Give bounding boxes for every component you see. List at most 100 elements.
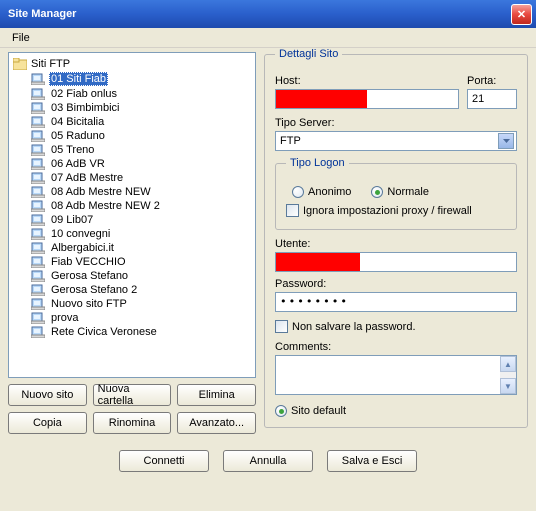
no-save-password-label: Non salvare la password. <box>292 321 416 333</box>
comments-label: Comments: <box>275 341 517 353</box>
radio-icon <box>292 186 304 198</box>
tree-item[interactable]: Fiab VECCHIO <box>31 255 251 269</box>
site-tree[interactable]: Siti FTP 01 Siti Fiab 02 Fiab onlus 03 Bim… <box>8 52 256 378</box>
tree-item-label: 07 AdB Mestre <box>49 172 125 184</box>
site-details-title: Dettagli Sito <box>275 48 342 60</box>
port-input[interactable] <box>467 89 517 109</box>
window-title: Site Manager <box>8 8 511 20</box>
tree-item[interactable]: 07 AdB Mestre <box>31 171 251 185</box>
tree-item-label: 03 Bimbimbici <box>49 102 121 114</box>
tree-item[interactable]: Rete Civica Veronese <box>31 325 251 339</box>
computer-icon <box>31 73 45 85</box>
user-input[interactable] <box>275 252 517 272</box>
server-type-value: FTP <box>280 135 301 147</box>
cancel-button[interactable]: Annulla <box>223 450 313 472</box>
comments-input[interactable]: ▲ ▼ <box>275 355 517 395</box>
password-value: •••••••• <box>280 295 349 308</box>
computer-icon <box>31 200 45 212</box>
password-input[interactable]: •••••••• <box>275 292 517 312</box>
close-button[interactable]: ✕ <box>511 4 532 25</box>
radio-anonymous[interactable]: Anonimo <box>292 186 351 198</box>
user-label: Utente: <box>275 238 517 250</box>
tree-item[interactable]: 05 Raduno <box>31 129 251 143</box>
tree-item-label: 04 Bicitalia <box>49 116 106 128</box>
logon-type-group: Tipo Logon Anonimo Normale Ignora impost… <box>275 163 517 230</box>
rename-button[interactable]: Rinomina <box>93 412 172 434</box>
computer-icon <box>31 144 45 156</box>
tree-item[interactable]: Albergabici.it <box>31 241 251 255</box>
logon-type-title: Tipo Logon <box>286 157 349 169</box>
tree-item-label: prova <box>49 312 81 324</box>
ignore-proxy-checkbox[interactable]: Ignora impostazioni proxy / firewall <box>286 204 506 217</box>
tree-item[interactable]: Gerosa Stefano 2 <box>31 283 251 297</box>
computer-icon <box>31 172 45 184</box>
radio-icon <box>275 405 287 417</box>
tree-item-label: 02 Fiab onlus <box>49 88 119 100</box>
tree-item[interactable]: prova <box>31 311 251 325</box>
computer-icon <box>31 214 45 226</box>
tree-item-label: 08 Adb Mestre NEW <box>49 186 153 198</box>
tree-item-label: 05 Treno <box>49 144 96 156</box>
computer-icon <box>31 130 45 142</box>
computer-icon <box>31 186 45 198</box>
ignore-proxy-label: Ignora impostazioni proxy / firewall <box>303 205 472 217</box>
tree-item[interactable]: 08 Adb Mestre NEW <box>31 185 251 199</box>
scroll-up-icon[interactable]: ▲ <box>500 356 516 372</box>
tree-item[interactable]: 10 convegni <box>31 227 251 241</box>
advanced-button[interactable]: Avanzato... <box>177 412 256 434</box>
password-label: Password: <box>275 278 517 290</box>
default-site-radio[interactable]: Sito default <box>275 405 517 417</box>
tree-item-label: 10 convegni <box>49 228 112 240</box>
computer-icon <box>31 116 45 128</box>
tree-item[interactable]: 05 Treno <box>31 143 251 157</box>
new-folder-button[interactable]: Nuova cartella <box>93 384 172 406</box>
tree-item-label: 09 Lib07 <box>49 214 95 226</box>
no-save-password-checkbox[interactable]: Non salvare la password. <box>275 320 517 333</box>
tree-root-label: Siti FTP <box>31 58 70 70</box>
new-site-button[interactable]: Nuovo sito <box>8 384 87 406</box>
computer-icon <box>31 242 45 254</box>
tree-item-label: Rete Civica Veronese <box>49 326 159 338</box>
server-type-label: Tipo Server: <box>275 117 517 129</box>
chevron-down-icon <box>498 133 514 149</box>
tree-item[interactable]: 01 Siti Fiab <box>31 71 251 87</box>
computer-icon <box>31 326 45 338</box>
tree-item[interactable]: 04 Bicitalia <box>31 115 251 129</box>
menu-file[interactable]: File <box>6 30 36 46</box>
tree-item-label: Fiab VECCHIO <box>49 256 128 268</box>
computer-icon <box>31 270 45 282</box>
checkbox-icon <box>275 320 288 333</box>
delete-button[interactable]: Elimina <box>177 384 256 406</box>
tree-item-label: Gerosa Stefano <box>49 270 130 282</box>
tree-item-label: Albergabici.it <box>49 242 116 254</box>
titlebar[interactable]: Site Manager ✕ <box>0 0 536 28</box>
copy-button[interactable]: Copia <box>8 412 87 434</box>
host-input[interactable] <box>275 89 459 109</box>
tree-item[interactable]: 06 AdB VR <box>31 157 251 171</box>
computer-icon <box>31 158 45 170</box>
tree-item-label: 01 Siti Fiab <box>49 72 108 86</box>
tree-item[interactable]: 02 Fiab onlus <box>31 87 251 101</box>
default-site-label: Sito default <box>291 405 346 417</box>
close-icon: ✕ <box>517 8 526 21</box>
scrollbar[interactable]: ▲ ▼ <box>500 356 516 394</box>
scroll-down-icon[interactable]: ▼ <box>500 378 516 394</box>
tree-root[interactable]: Siti FTP <box>13 57 251 71</box>
tree-item[interactable]: Gerosa Stefano <box>31 269 251 283</box>
computer-icon <box>31 284 45 296</box>
tree-item[interactable]: 08 Adb Mestre NEW 2 <box>31 199 251 213</box>
connect-button[interactable]: Connetti <box>119 450 209 472</box>
folder-icon <box>13 58 27 70</box>
tree-item[interactable]: 03 Bimbimbici <box>31 101 251 115</box>
server-type-combo[interactable]: FTP <box>275 131 517 151</box>
radio-anonymous-label: Anonimo <box>308 186 351 198</box>
site-details-group: Dettagli Sito Host: Porta: Tipo Server: … <box>264 54 528 428</box>
radio-normal[interactable]: Normale <box>371 186 429 198</box>
tree-item[interactable]: Nuovo sito FTP <box>31 297 251 311</box>
tree-item[interactable]: 09 Lib07 <box>31 213 251 227</box>
computer-icon <box>31 88 45 100</box>
port-label: Porta: <box>467 75 517 87</box>
computer-icon <box>31 298 45 310</box>
radio-icon <box>371 186 383 198</box>
save-exit-button[interactable]: Salva e Esci <box>327 450 417 472</box>
